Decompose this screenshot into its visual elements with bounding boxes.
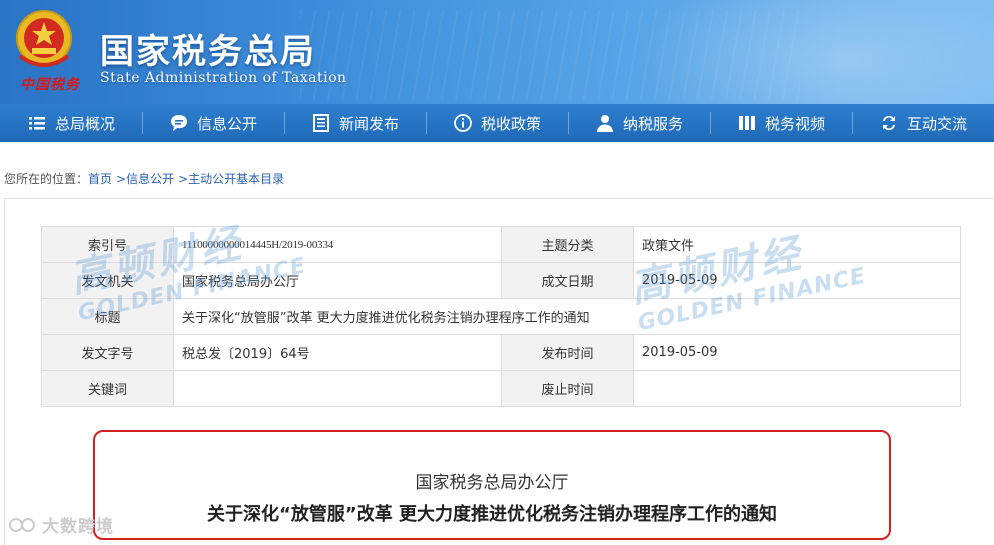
table-row: 发文字号 税总发〔2019〕64号 发布时间 2019-05-09: [41, 334, 961, 371]
nav-item-tax-policy[interactable]: 税收政策: [426, 104, 568, 142]
keywords-label: 关键词: [41, 370, 174, 407]
breadcrumb: 您所在的位置：首页 >信息公开 >主动公开基本目录: [4, 170, 284, 187]
nav-label: 纳税服务: [622, 114, 683, 133]
main-nav: 总局概况 信息公开 新闻发布 税收政策 纳税服务 税务视频 互动交流: [0, 104, 994, 142]
expiry-label: 废止时间: [501, 370, 634, 407]
newspaper-icon: [311, 113, 331, 133]
table-row: 索引号 11100000000014445H/2019-00334 主题分类 政…: [41, 226, 961, 263]
breadcrumb-home-link[interactable]: 首页: [88, 172, 112, 186]
site-header: 中国税务 国家税务总局 State Administration of Taxa…: [0, 0, 994, 104]
breadcrumb-separator: >: [116, 172, 127, 186]
nav-item-info-disclosure[interactable]: 信息公开: [142, 104, 284, 142]
published-label: 发布时间: [501, 334, 634, 371]
nav-item-overview[interactable]: 总局概况: [0, 104, 142, 142]
expiry-value: [633, 370, 961, 407]
breadcrumb-info-link[interactable]: 信息公开: [126, 172, 174, 186]
nav-label: 总局概况: [54, 114, 115, 133]
corner-watermark: 大数跨境: [8, 512, 114, 537]
document-header-box: 国家税务总局办公厅 关于深化“放管服”改革 更大力度推进优化税务注销办理程序工作…: [93, 430, 891, 540]
menu-list-icon: [27, 113, 47, 133]
corner-watermark-text: 大数跨境: [42, 517, 114, 537]
watermark-logo-icon: [9, 517, 35, 532]
nav-label: 互动交流: [906, 114, 967, 133]
document-issuer: 国家税务总局办公厅: [415, 473, 569, 493]
topic-label: 主题分类: [501, 226, 634, 263]
breadcrumb-prefix: 您所在的位置：: [4, 172, 89, 186]
nav-label: 新闻发布: [338, 114, 399, 133]
nav-label: 税务视频: [764, 114, 825, 133]
table-row: 关键词 废止时间: [41, 370, 961, 407]
nav-label: 税收政策: [480, 114, 541, 133]
topic-value: 政策文件: [633, 226, 961, 263]
table-row: 发文机关 国家税务总局办公厅 成文日期 2019-05-09: [41, 262, 961, 299]
site-subtitle: State Administration of Taxation: [100, 70, 347, 86]
document-meta-table: 索引号 11100000000014445H/2019-00334 主题分类 政…: [41, 226, 961, 407]
site-title[interactable]: 国家税务总局: [100, 24, 316, 73]
person-icon: [595, 113, 615, 133]
nav-item-tax-video[interactable]: 税务视频: [710, 104, 852, 142]
nav-item-taxpayer-service[interactable]: 纳税服务: [568, 104, 710, 142]
refresh-arrows-icon: [879, 113, 899, 133]
document-title: 关于深化“放管服”改革 更大力度推进优化税务注销办理程序工作的通知: [207, 504, 777, 525]
created-date-label: 成文日期: [501, 262, 634, 299]
breadcrumb-separator: >: [178, 172, 189, 186]
issuer-label: 发文机关: [41, 262, 174, 299]
title-label: 标题: [41, 298, 174, 335]
published-value: 2019-05-09: [633, 334, 961, 371]
nav-item-news[interactable]: 新闻发布: [284, 104, 426, 142]
doc-number-value: 税总发〔2019〕64号: [173, 334, 502, 371]
doc-number-label: 发文字号: [41, 334, 174, 371]
nav-item-interaction[interactable]: 互动交流: [852, 104, 994, 142]
film-icon: [737, 113, 757, 133]
breadcrumb-catalog-link[interactable]: 主动公开基本目录: [188, 172, 284, 186]
keywords-value: [173, 370, 502, 407]
info-circle-icon: [453, 113, 473, 133]
national-emblem-icon: [16, 10, 72, 67]
chat-bubble-icon: [169, 113, 189, 133]
index-value: 11100000000014445H/2019-00334: [173, 226, 502, 263]
index-label: 索引号: [41, 226, 174, 263]
brand-slogan: 中国税务: [20, 77, 80, 93]
issuer-value: 国家税务总局办公厅: [173, 262, 502, 299]
table-row: 标题 关于深化“放管服”改革 更大力度推进优化税务注销办理程序工作的通知: [41, 298, 961, 335]
nav-label: 信息公开: [196, 114, 257, 133]
title-value: 关于深化“放管服”改革 更大力度推进优化税务注销办理程序工作的通知: [173, 298, 961, 335]
created-date-value: 2019-05-09: [633, 262, 961, 299]
